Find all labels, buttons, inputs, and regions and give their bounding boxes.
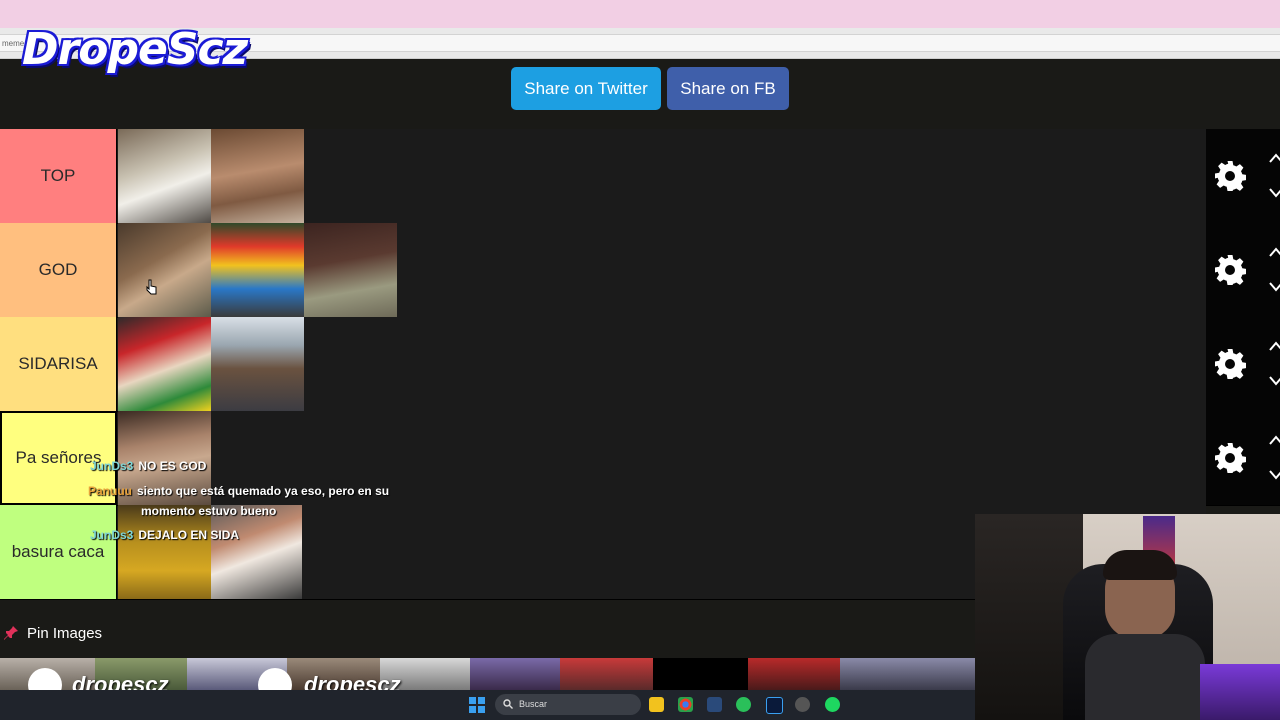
chevron-down-icon[interactable] — [1268, 469, 1280, 481]
tier-image[interactable] — [118, 223, 211, 317]
chat-text: NO ES GOD — [138, 459, 207, 473]
tier-items — [118, 223, 1206, 317]
steam-icon[interactable] — [707, 697, 722, 712]
tier-label[interactable]: basura caca — [0, 505, 117, 599]
chat-username: JunDs3 — [90, 459, 134, 473]
tier-items — [118, 129, 1206, 223]
chat-message: JunDs3 NO ES GOD — [90, 459, 206, 473]
pushpin-icon — [4, 626, 18, 640]
pool-image[interactable] — [470, 658, 560, 690]
chevron-up-icon[interactable] — [1268, 152, 1280, 164]
channel-logo: DropeScz — [22, 24, 248, 75]
app-icon[interactable] — [736, 697, 751, 712]
tier-image[interactable] — [118, 129, 211, 223]
tier-image[interactable] — [211, 223, 304, 317]
share-twitter-button[interactable]: Share on Twitter — [511, 67, 661, 110]
chat-text: DEJALO EN SIDA — [138, 528, 240, 542]
tier-row-top: TOP — [0, 129, 1280, 224]
chevron-up-icon[interactable] — [1268, 246, 1280, 258]
search-icon — [503, 699, 513, 709]
tier-items — [118, 317, 1206, 411]
tier-label[interactable]: TOP — [0, 129, 117, 223]
tier-controls — [1206, 129, 1280, 223]
tier-image[interactable] — [211, 317, 304, 411]
gear-icon[interactable] — [1214, 254, 1246, 286]
taskbar-search[interactable]: Buscar — [495, 694, 641, 715]
windows-start-icon[interactable] — [469, 697, 485, 713]
pool-image[interactable] — [840, 658, 975, 690]
tier-controls — [1206, 411, 1280, 505]
webcam-rgb-light — [1200, 664, 1280, 720]
gear-icon[interactable] — [1214, 348, 1246, 380]
tier-image[interactable] — [118, 317, 211, 411]
tier-label[interactable]: GOD — [0, 223, 117, 317]
chat-username: JunDs3 — [90, 528, 134, 542]
obs-icon[interactable] — [795, 697, 810, 712]
webcam-streamer-hair — [1103, 550, 1177, 580]
tier-controls — [1206, 223, 1280, 317]
file-explorer-icon[interactable] — [649, 697, 664, 712]
chevron-down-icon[interactable] — [1268, 281, 1280, 293]
tier-row-god: GOD — [0, 223, 1280, 318]
hand-cursor-icon — [146, 279, 157, 295]
chat-text: momento estuvo bueno — [141, 504, 277, 518]
chrome-icon[interactable] — [678, 697, 693, 712]
tier-label[interactable]: SIDARISA — [0, 317, 117, 411]
tier-image[interactable] — [211, 129, 304, 223]
gear-icon[interactable] — [1214, 160, 1246, 192]
pool-image[interactable] — [560, 658, 653, 690]
tier-image[interactable] — [304, 223, 397, 317]
tier-image[interactable] — [118, 505, 211, 599]
search-placeholder: Buscar — [519, 699, 548, 709]
pool-image[interactable] — [748, 658, 840, 690]
chevron-down-icon[interactable] — [1268, 187, 1280, 199]
spotify-icon[interactable] — [825, 697, 840, 712]
chat-message: Panuuu siento que está quemado ya eso, pe… — [88, 484, 389, 498]
webcam-overlay — [975, 514, 1280, 720]
gear-icon[interactable] — [1214, 442, 1246, 474]
photoshop-icon[interactable] — [766, 697, 783, 714]
chat-text: siento que está quemado ya eso, pero en … — [137, 484, 390, 498]
share-fb-button[interactable]: Share on FB — [667, 67, 789, 110]
pool-image[interactable] — [653, 658, 748, 690]
pin-images-label[interactable]: Pin Images — [27, 625, 102, 642]
tier-controls — [1206, 317, 1280, 411]
tier-row-sidarisa: SIDARISA — [0, 317, 1280, 412]
webcam-streamer-body — [1085, 634, 1205, 720]
chat-message: JunDs3 DEJALO EN SIDA — [90, 528, 239, 542]
chevron-down-icon[interactable] — [1268, 375, 1280, 387]
tier-image[interactable] — [211, 505, 302, 599]
chat-message-continuation: momento estuvo bueno — [141, 504, 276, 518]
chat-username: Panuuu — [88, 484, 132, 498]
pin-images-area — [0, 600, 975, 658]
chevron-up-icon[interactable] — [1268, 434, 1280, 446]
chevron-up-icon[interactable] — [1268, 340, 1280, 352]
